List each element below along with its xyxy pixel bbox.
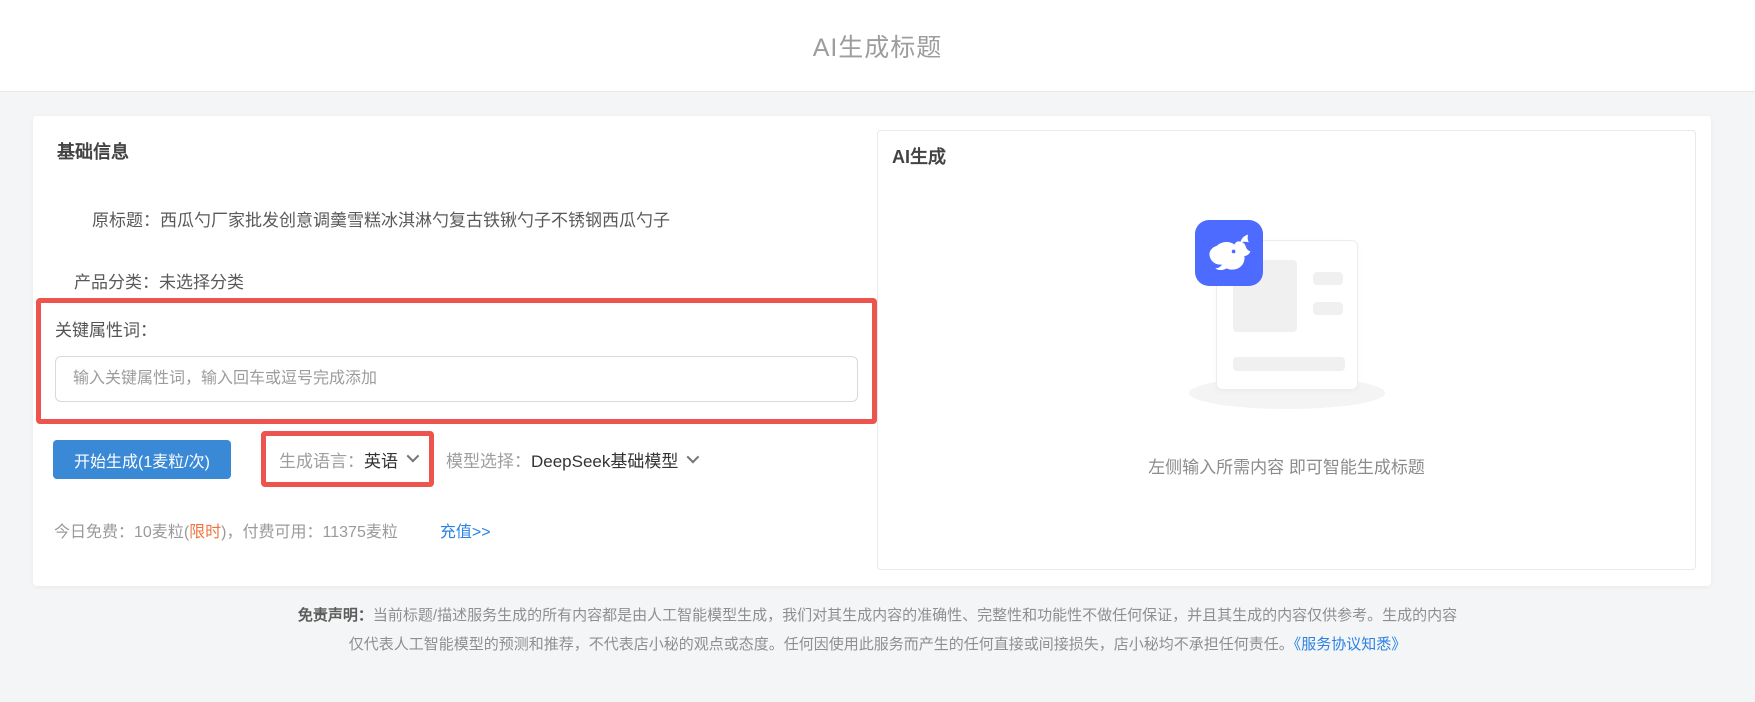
generate-button[interactable]: 开始生成(1麦粒/次): [53, 440, 232, 479]
free-credits-close: )，: [221, 524, 243, 541]
language-label: 生成语言：: [279, 451, 364, 471]
paid-credits-amount: 11375麦粒: [322, 524, 398, 541]
deepseek-badge: [1194, 220, 1263, 286]
disclaimer-label: 免责声明：: [297, 607, 373, 624]
deepseek-whale-icon: [1208, 234, 1250, 271]
doc-line-block: [1312, 272, 1343, 285]
page-title: AI生成标题: [812, 33, 943, 62]
chevron-down-icon: [406, 449, 420, 463]
product-category-row: 产品分类：未选择分类: [74, 268, 244, 293]
recharge-link[interactable]: 充值>>: [440, 524, 491, 541]
limited-time-tag: 限时: [189, 524, 222, 541]
credits-row: 今日免费：10麦粒(限时)，付费可用：11375麦粒 充值>>: [54, 518, 491, 542]
disclaimer-text1: 当前标题/描述服务生成的所有内容都是由人工智能模型生成，我们对其生成内容的准确性…: [372, 607, 1458, 624]
model-label: 模型选择：: [446, 452, 531, 471]
service-agreement-link[interactable]: 《服务协议知悉》: [1294, 636, 1407, 653]
product-category-value: 未选择分类: [159, 273, 244, 292]
original-title-value: 西瓜勺厂家批发创意调羹雪糕冰淇淋勺复古铁锹勺子不锈钢西瓜勺子: [160, 211, 670, 230]
language-value: 英语: [364, 451, 398, 471]
doc-line-block: [1232, 357, 1345, 371]
keywords-highlight-box: 关键属性词：: [36, 298, 877, 424]
basic-info-title: 基础信息: [57, 142, 129, 162]
free-credits-label: 今日免费：: [54, 524, 135, 541]
model-select[interactable]: 模型选择： DeepSeek基础模型: [446, 440, 700, 479]
paid-credits-label: 付费可用：: [242, 524, 323, 541]
chevron-down-icon: [686, 450, 700, 463]
original-title-row: 原标题：西瓜勺厂家批发创意调羹雪糕冰淇淋勺复古铁锹勺子不锈钢西瓜勺子: [92, 206, 670, 231]
basic-info-section: 基础信息 原标题：西瓜勺厂家批发创意调羹雪糕冰淇淋勺复古铁锹勺子不锈钢西瓜勺子 …: [33, 116, 877, 586]
disclaimer-line2: 仅代表人工智能模型的预测和推荐，不代表店小秘的观点或态度。任何因使用此服务而产生…: [0, 630, 1755, 659]
main-card: 基础信息 原标题：西瓜勺厂家批发创意调羹雪糕冰淇淋勺复古铁锹勺子不锈钢西瓜勺子 …: [33, 116, 1711, 586]
ai-panel-caption: 左侧输入所需内容 即可智能生成标题: [1148, 458, 1425, 477]
ai-panel-title: AI生成: [892, 147, 946, 167]
disclaimer-line1: 免责声明：当前标题/描述服务生成的所有内容都是由人工智能模型生成，我们对其生成内…: [0, 601, 1755, 630]
original-title-label: 原标题：: [92, 211, 160, 230]
language-highlight-box[interactable]: 生成语言： 英语: [261, 431, 434, 487]
disclaimer: 免责声明：当前标题/描述服务生成的所有内容都是由人工智能模型生成，我们对其生成内…: [0, 601, 1755, 659]
page-header: AI生成标题: [0, 0, 1755, 92]
free-credits-amount: 10麦粒(: [134, 524, 190, 541]
model-value: DeepSeek基础模型: [531, 452, 679, 471]
disclaimer-text2: 仅代表人工智能模型的预测和推荐，不代表店小秘的观点或态度。任何因使用此服务而产生…: [348, 636, 1294, 653]
product-category-label: 产品分类：: [74, 273, 159, 292]
keywords-input[interactable]: [55, 356, 858, 402]
keywords-label: 关键属性词：: [55, 321, 157, 340]
doc-line-block: [1312, 302, 1343, 315]
empty-state-illustration: [1181, 215, 1393, 419]
ai-generation-panel: AI生成 左侧输入所需内容 即可智能生成标题: [877, 130, 1696, 570]
